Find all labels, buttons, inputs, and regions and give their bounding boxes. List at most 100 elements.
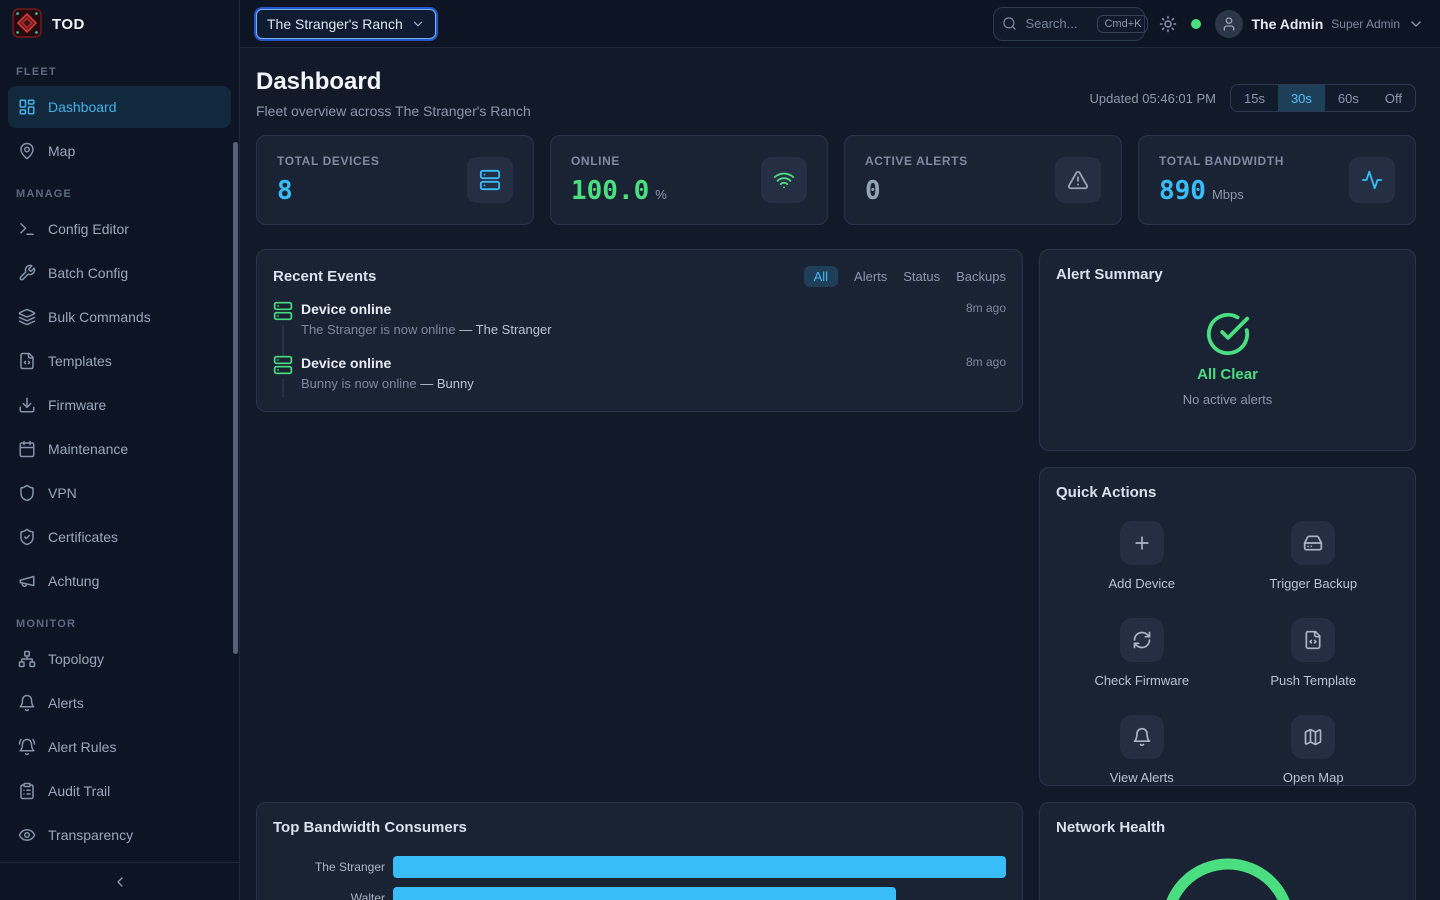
- download-icon: [18, 396, 36, 414]
- user-icon: [1221, 16, 1237, 32]
- quick-actions-title: Quick Actions: [1056, 484, 1399, 501]
- stat-value: 890: [1159, 176, 1206, 206]
- sidebar-item-label: Alerts: [48, 695, 84, 711]
- sidebar-item-alerts[interactable]: Alerts: [8, 682, 231, 724]
- chevron-left-icon: [112, 874, 128, 890]
- chevron-down-icon: [1408, 16, 1424, 32]
- sidebar-section-manage: MANAGE: [8, 174, 231, 208]
- connection-status-dot: [1191, 19, 1201, 29]
- quick-actions-panel: Quick Actions Add Device Trigger Backup: [1039, 467, 1416, 786]
- sidebar-item-label: Firmware: [48, 397, 106, 413]
- sidebar-item-vpn[interactable]: VPN: [8, 472, 231, 514]
- right-column: Alert Summary All Clear No active alerts…: [1039, 249, 1416, 786]
- sidebar-item-label: Dashboard: [48, 99, 117, 115]
- filter-all[interactable]: All: [804, 266, 838, 287]
- wifi-icon: [761, 157, 807, 203]
- shield-icon: [18, 484, 36, 502]
- sidebar-item-bulk-commands[interactable]: Bulk Commands: [8, 296, 231, 338]
- sidebar-item-label: Bulk Commands: [48, 309, 151, 325]
- sidebar-item-topology[interactable]: Topology: [8, 638, 231, 680]
- check-circle-icon: [1205, 311, 1251, 357]
- shield-check-icon: [18, 528, 36, 546]
- bell-icon: [18, 694, 36, 712]
- bandwidth-panel: Top Bandwidth Consumers The Stranger Wal…: [256, 802, 1023, 900]
- sidebar-collapse-button[interactable]: [0, 862, 239, 900]
- dashboard-icon: [18, 98, 36, 116]
- refresh-15s-button[interactable]: 15s: [1231, 85, 1278, 111]
- theme-toggle-button[interactable]: [1159, 15, 1177, 33]
- sidebar-item-transparency[interactable]: Transparency: [8, 814, 231, 856]
- sidebar-item-config-editor[interactable]: Config Editor: [8, 208, 231, 250]
- timeline-connector: [282, 325, 284, 357]
- brand-name: TOD: [52, 16, 85, 33]
- refresh-30s-button[interactable]: 30s: [1278, 85, 1325, 111]
- push-template-button[interactable]: Push Template: [1228, 618, 1400, 688]
- event-filters: All Alerts Status Backups: [804, 266, 1006, 287]
- sidebar-scrollbar[interactable]: [233, 142, 238, 654]
- sidebar-item-batch-config[interactable]: Batch Config: [8, 252, 231, 294]
- search-box[interactable]: Cmd+K: [993, 7, 1145, 41]
- search-icon: [1002, 16, 1017, 31]
- sidebar-section-monitor: MONITOR: [8, 604, 231, 638]
- health-ring-icon: [1156, 853, 1300, 900]
- plus-icon: [1120, 521, 1164, 565]
- layers-icon: [18, 308, 36, 326]
- sidebar-item-templates[interactable]: Templates: [8, 340, 231, 382]
- refresh-60s-button[interactable]: 60s: [1325, 85, 1372, 111]
- sidebar-item-audit-trail[interactable]: Audit Trail: [8, 770, 231, 812]
- site-selector[interactable]: The Stranger's Ranch: [256, 9, 436, 39]
- page-header: Dashboard Fleet overview across The Stra…: [256, 68, 1416, 119]
- sidebar: TOD FLEET Dashboard Map MANAGE Config Ed…: [0, 0, 240, 900]
- check-firmware-button[interactable]: Check Firmware: [1056, 618, 1228, 688]
- search-input[interactable]: [1025, 16, 1089, 31]
- add-device-button[interactable]: Add Device: [1056, 521, 1228, 591]
- sidebar-item-dashboard[interactable]: Dashboard: [8, 86, 231, 128]
- refresh-icon: [1120, 618, 1164, 662]
- sidebar-item-label: Templates: [48, 353, 112, 369]
- stat-label: ACTIVE ALERTS: [865, 154, 968, 168]
- open-map-button[interactable]: Open Map: [1228, 715, 1400, 785]
- stat-online: ONLINE 100.0 %: [550, 135, 828, 225]
- sidebar-item-label: Batch Config: [48, 265, 128, 281]
- refresh-off-button[interactable]: Off: [1372, 85, 1415, 111]
- chevron-down-icon: [411, 17, 425, 31]
- sidebar-item-certificates[interactable]: Certificates: [8, 516, 231, 558]
- quick-action-label: Open Map: [1283, 770, 1344, 785]
- bandwidth-bar: [393, 887, 896, 900]
- sidebar-item-firmware[interactable]: Firmware: [8, 384, 231, 426]
- sidebar-item-label: Map: [48, 143, 75, 159]
- bandwidth-bar-row: Walter: [273, 887, 1006, 900]
- bell-ring-icon: [18, 738, 36, 756]
- filter-backups[interactable]: Backups: [956, 269, 1006, 284]
- calendar-icon: [18, 440, 36, 458]
- filter-alerts[interactable]: Alerts: [854, 269, 887, 284]
- network-health-panel: Network Health 100: [1039, 802, 1416, 900]
- quick-action-label: Trigger Backup: [1269, 576, 1357, 591]
- stat-label: ONLINE: [571, 154, 667, 168]
- filter-status[interactable]: Status: [903, 269, 940, 284]
- eye-icon: [18, 826, 36, 844]
- sun-icon: [1159, 15, 1177, 33]
- stat-value: 100.0: [571, 176, 649, 206]
- sidebar-item-alert-rules[interactable]: Alert Rules: [8, 726, 231, 768]
- view-alerts-button[interactable]: View Alerts: [1056, 715, 1228, 785]
- sidebar-item-label: Topology: [48, 651, 104, 667]
- event-title: Device online: [301, 301, 966, 317]
- sidebar-item-maintenance[interactable]: Maintenance: [8, 428, 231, 470]
- user-menu[interactable]: The Admin Super Admin: [1215, 10, 1424, 38]
- network-health-gauge: 100: [1056, 853, 1399, 900]
- sidebar-item-label: Audit Trail: [48, 783, 110, 799]
- stat-active-alerts: ACTIVE ALERTS 0: [844, 135, 1122, 225]
- trigger-backup-button[interactable]: Trigger Backup: [1228, 521, 1400, 591]
- sidebar-item-map[interactable]: Map: [8, 130, 231, 172]
- user-name: The Admin: [1251, 16, 1323, 32]
- topbar: The Stranger's Ranch Cmd+K The Adm: [240, 0, 1440, 48]
- recent-events-panel: Recent Events All Alerts Status Backups: [256, 249, 1023, 412]
- quick-action-label: Add Device: [1109, 576, 1175, 591]
- bandwidth-device-label: Walter: [273, 891, 385, 900]
- event-list-item: Device online Bunny is now online — Bunn…: [273, 355, 1006, 395]
- sidebar-section-fleet: FLEET: [8, 52, 231, 86]
- sidebar-item-achtung[interactable]: Achtung: [8, 560, 231, 602]
- terminal-icon: [18, 220, 36, 238]
- file-code-icon: [1291, 618, 1335, 662]
